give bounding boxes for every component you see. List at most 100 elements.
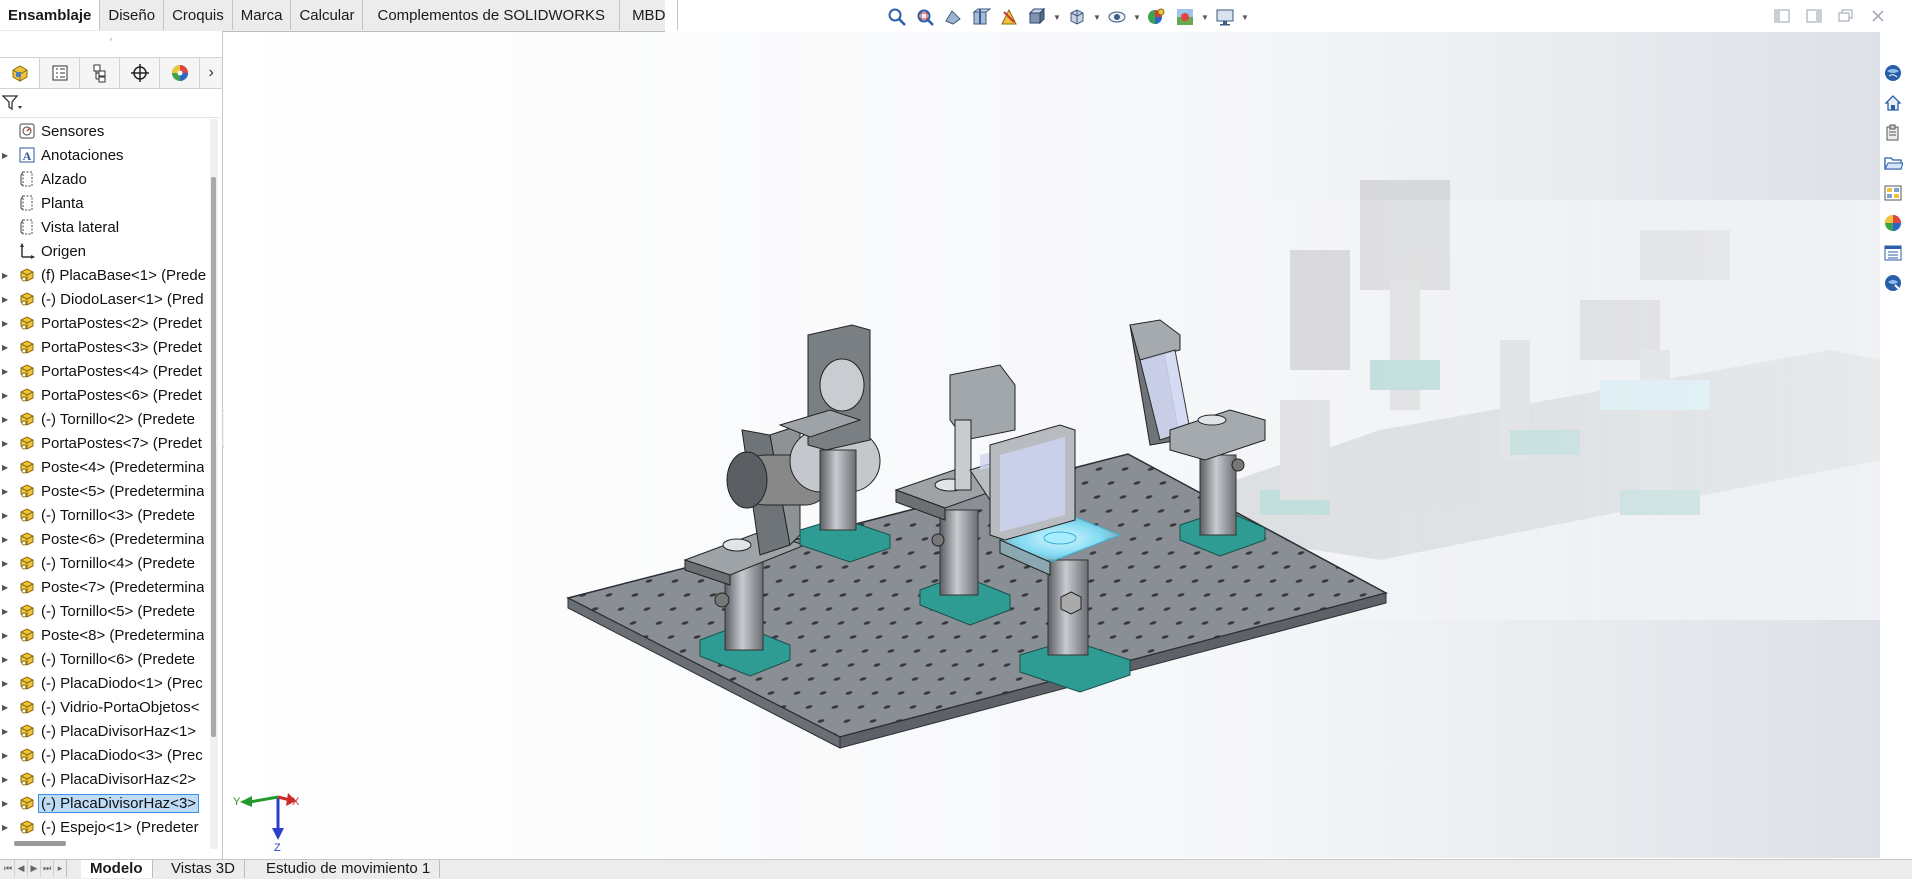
section-view-icon[interactable] bbox=[969, 6, 993, 28]
expand-arrow-icon[interactable]: ▶ bbox=[2, 583, 10, 592]
expand-arrow-icon[interactable]: ▶ bbox=[2, 655, 10, 664]
tab-modelo[interactable]: Modelo bbox=[81, 860, 153, 878]
tree-item-part[interactable]: ▶ (f) PlacaBase<1> (Prede bbox=[0, 263, 208, 287]
tree-item-part[interactable]: ▶ Poste<4> (Predetermina bbox=[0, 455, 208, 479]
tree-item-part[interactable]: ▶ (-) Tornillo<6> (Predete bbox=[0, 647, 208, 671]
expand-arrow-icon[interactable]: ▶ bbox=[2, 463, 10, 472]
tab-calcular[interactable]: Calcular bbox=[291, 0, 364, 30]
tree-item-part[interactable]: ▶ Poste<8> (Predetermina bbox=[0, 623, 208, 647]
tab-complementos[interactable]: Complementos de SOLIDWORKS bbox=[363, 0, 621, 30]
chevron-right-icon[interactable]: › bbox=[200, 58, 222, 88]
restore-icon[interactable] bbox=[1837, 8, 1855, 24]
expand-arrow-icon[interactable]: ▶ bbox=[2, 151, 10, 160]
previous-view-icon[interactable] bbox=[941, 6, 965, 28]
expand-arrow-icon[interactable]: ▶ bbox=[2, 319, 10, 328]
close-icon[interactable] bbox=[1869, 8, 1887, 24]
view-orientation-icon[interactable] bbox=[1025, 6, 1049, 28]
tab-scroll-icon[interactable]: ▸ bbox=[54, 860, 67, 877]
tree-item-origen[interactable]: Origen bbox=[0, 239, 208, 263]
tab-diseno[interactable]: Diseño bbox=[100, 0, 165, 30]
tab-estudio-movimiento[interactable]: Estudio de movimiento 1 bbox=[257, 860, 441, 878]
chevron-down-icon[interactable]: ▼ bbox=[1241, 13, 1249, 22]
displaymanager-icon[interactable] bbox=[160, 58, 201, 88]
tile-left-icon[interactable] bbox=[1773, 8, 1791, 24]
tab-mbd[interactable]: MBD bbox=[620, 0, 679, 30]
expand-arrow-icon[interactable]: ▶ bbox=[2, 631, 10, 640]
tree-item-vista-lateral[interactable]: Vista lateral bbox=[0, 215, 208, 239]
expand-arrow-icon[interactable]: ▶ bbox=[2, 559, 10, 568]
tab-vistas-3d[interactable]: Vistas 3D bbox=[162, 860, 245, 878]
tree-item-part[interactable]: ▶ Poste<7> (Predetermina bbox=[0, 575, 208, 599]
prev-tab-arrow-icon[interactable]: ◀ bbox=[15, 860, 28, 877]
dynamic-annotation-icon[interactable] bbox=[997, 6, 1021, 28]
expand-arrow-icon[interactable]: ▶ bbox=[2, 775, 10, 784]
solidworks-resources-icon[interactable] bbox=[1880, 60, 1906, 86]
tree-item-part[interactable]: ▶ PortaPostes<7> (Predet bbox=[0, 431, 208, 455]
expand-arrow-icon[interactable]: ▶ bbox=[2, 751, 10, 760]
tree-item-part[interactable]: ▶ (-) PlacaDivisorHaz<1> bbox=[0, 719, 208, 743]
tree-item-part[interactable]: ▶ (-) Vidrio-PortaObjetos< bbox=[0, 695, 208, 719]
last-tab-arrow-icon[interactable]: ⏭ bbox=[41, 860, 54, 877]
tree-item-part[interactable]: ▶ PortaPostes<3> (Predet bbox=[0, 335, 208, 359]
file-explorer-icon[interactable] bbox=[1880, 120, 1906, 146]
scrollbar-thumb[interactable] bbox=[211, 177, 216, 737]
expand-arrow-icon[interactable]: ▶ bbox=[2, 607, 10, 616]
expand-arrow-icon[interactable]: ▶ bbox=[2, 511, 10, 520]
expand-arrow-icon[interactable]: ▶ bbox=[2, 679, 10, 688]
chevron-down-icon[interactable]: ▼ bbox=[1093, 13, 1101, 22]
expand-arrow-icon[interactable]: ▶ bbox=[2, 271, 10, 280]
dimxpertmanager-icon[interactable] bbox=[120, 58, 161, 88]
tree-item-planta[interactable]: Planta bbox=[0, 191, 208, 215]
tree-item-part[interactable]: ▶ PortaPostes<4> (Predet bbox=[0, 359, 208, 383]
tree-item-part[interactable]: ▶ (-) Tornillo<2> (Predete bbox=[0, 407, 208, 431]
expand-arrow-icon[interactable]: ▶ bbox=[2, 295, 10, 304]
tree-item-part[interactable]: ▶ (-) Tornillo<3> (Predete bbox=[0, 503, 208, 527]
expand-arrow-icon[interactable]: ▶ bbox=[2, 823, 10, 832]
tree-item-part[interactable]: ▶ Poste<5> (Predetermina bbox=[0, 479, 208, 503]
featuremanager-icon[interactable] bbox=[0, 58, 41, 88]
tree-item-part[interactable]: ▶ (-) PlacaDiodo<3> (Prec bbox=[0, 743, 208, 767]
expand-arrow-icon[interactable]: ▶ bbox=[2, 487, 10, 496]
tree-item-part[interactable]: ▶ (-) PlacaDiodo<1> (Prec bbox=[0, 671, 208, 695]
first-tab-arrow-icon[interactable]: ⏮ bbox=[2, 860, 15, 877]
appearances-icon[interactable] bbox=[1880, 210, 1906, 236]
tree-item-part[interactable]: ▶ (-) Tornillo<4> (Predete bbox=[0, 551, 208, 575]
design-library-icon[interactable] bbox=[1880, 90, 1906, 116]
tree-item-alzado[interactable]: Alzado bbox=[0, 167, 208, 191]
expand-arrow-icon[interactable]: ▶ bbox=[2, 727, 10, 736]
tree-item-part[interactable]: ▶ PortaPostes<2> (Predet bbox=[0, 311, 208, 335]
tree-item-part[interactable]: ▶ PortaPostes<6> (Predet bbox=[0, 383, 208, 407]
propertymanager-icon[interactable] bbox=[40, 58, 81, 88]
edit-appearance-icon[interactable] bbox=[1145, 6, 1169, 28]
panel-collapse-handle[interactable]: ◦ bbox=[0, 33, 222, 45]
tree-item-selected[interactable]: ▶ (-) PlacaDivisorHaz<3> bbox=[0, 791, 208, 815]
view-settings-icon[interactable] bbox=[1213, 6, 1237, 28]
next-tab-arrow-icon[interactable]: ▶ bbox=[28, 860, 41, 877]
forum-icon[interactable] bbox=[1880, 270, 1906, 296]
tab-marca[interactable]: Marca bbox=[233, 0, 292, 30]
custom-properties-icon[interactable] bbox=[1880, 240, 1906, 266]
expand-arrow-icon[interactable]: ▶ bbox=[2, 343, 10, 352]
chevron-down-icon[interactable]: ▼ bbox=[1053, 13, 1061, 22]
zoom-to-area-icon[interactable] bbox=[913, 6, 937, 28]
display-style-icon[interactable] bbox=[1065, 6, 1089, 28]
zoom-to-fit-icon[interactable] bbox=[885, 6, 909, 28]
hide-show-icon[interactable] bbox=[1105, 6, 1129, 28]
tab-ensamblaje[interactable]: Ensamblaje bbox=[0, 0, 101, 30]
configurationmanager-icon[interactable] bbox=[80, 58, 121, 88]
expand-arrow-icon[interactable]: ▶ bbox=[2, 391, 10, 400]
tab-croquis[interactable]: Croquis bbox=[164, 0, 233, 30]
tree-item-part[interactable]: ▶ (-) DiodoLaser<1> (Pred bbox=[0, 287, 208, 311]
tree-item-part[interactable]: ▶ (-) PlacaDivisorHaz<2> bbox=[0, 767, 208, 791]
tree-item-part[interactable]: ▶ (-) Espejo<1> (Predeter bbox=[0, 815, 208, 839]
apply-scene-icon[interactable] bbox=[1173, 6, 1197, 28]
expand-arrow-icon[interactable]: ▶ bbox=[2, 367, 10, 376]
chevron-down-icon[interactable]: ▼ bbox=[1133, 13, 1141, 22]
tree-item-part[interactable]: ▶ Poste<6> (Predetermina bbox=[0, 527, 208, 551]
expand-arrow-icon[interactable]: ▶ bbox=[2, 799, 10, 808]
tree-vertical-scrollbar[interactable] bbox=[209, 119, 219, 849]
tree-horizontal-scrollbar-thumb[interactable] bbox=[14, 841, 66, 846]
tree-item-sensores[interactable]: Sensores bbox=[0, 119, 208, 143]
tree-item-part[interactable]: ▶ (-) Tornillo<5> (Predete bbox=[0, 599, 208, 623]
tile-right-icon[interactable] bbox=[1805, 8, 1823, 24]
